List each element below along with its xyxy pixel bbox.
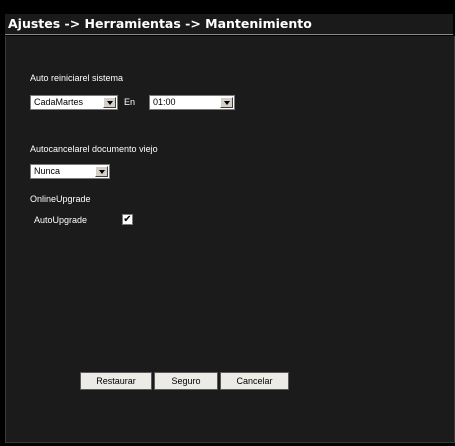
restore-button[interactable]: Restaurar [80,372,152,390]
auto-upgrade-label: AutoUpgrade [34,215,88,225]
reboot-time-value: 01:00 [153,97,176,107]
reboot-time-select[interactable]: 01:00 [149,95,235,110]
auto-delete-select[interactable]: Nunca [30,164,110,179]
reboot-frequency-select[interactable]: CadaMartes [30,95,118,110]
title-bar: Ajustes -> Herramientas -> Mantenimiento [5,14,453,35]
cancel-button[interactable]: Cancelar [220,372,289,390]
at-label: En [124,97,136,107]
breadcrumb: Ajustes -> Herramientas -> Mantenimiento [8,16,312,31]
settings-panel: Auto reiniciarel sistema CadaMartes En 0… [5,36,455,443]
save-button[interactable]: Seguro [154,372,218,390]
reboot-frequency-value: CadaMartes [34,97,84,107]
chevron-down-icon[interactable] [95,166,108,177]
checkmark-icon: ✔ [123,214,132,225]
online-upgrade-label: OnlineUpgrade [30,194,91,204]
auto-delete-value: Nunca [34,166,61,176]
auto-delete-label: Autocancelarel documento viejo [30,144,158,154]
auto-reboot-label: Auto reiniciarel sistema [30,73,124,83]
chevron-down-icon[interactable] [220,97,233,108]
chevron-down-icon[interactable] [103,97,116,108]
auto-upgrade-checkbox[interactable]: ✔ [122,214,133,225]
